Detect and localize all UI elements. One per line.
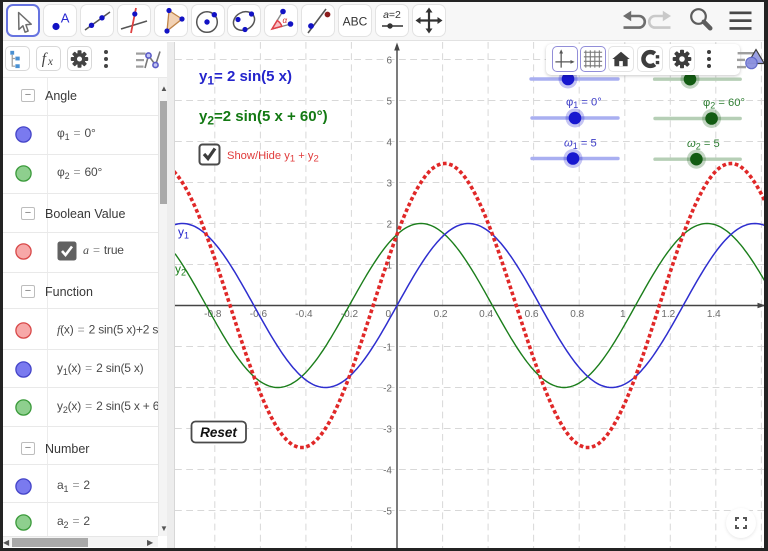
svg-text:y2: y2 — [175, 262, 186, 278]
svg-text:ω2 = 5: ω2 = 5 — [687, 138, 720, 152]
svg-text:0.6: 0.6 — [525, 309, 539, 320]
svg-text:6: 6 — [386, 55, 392, 66]
svg-text:α: α — [283, 16, 288, 25]
svg-text:4: 4 — [386, 137, 392, 148]
svg-text:a=2: a=2 — [383, 9, 401, 21]
svg-text:1.4: 1.4 — [707, 309, 721, 320]
svg-text:x: x — [47, 56, 53, 68]
svg-text:φ2 = 60°: φ2 = 60° — [703, 97, 745, 111]
svg-text:y1: y1 — [178, 225, 189, 241]
svg-text:-5: -5 — [383, 506, 392, 517]
svg-text:-0.4: -0.4 — [295, 309, 313, 320]
svg-text:5: 5 — [386, 96, 392, 107]
svg-text:-0.2: -0.2 — [341, 309, 359, 320]
svg-text:ABC: ABC — [343, 14, 368, 28]
svg-text:y1= 2 sin(5 x): y1= 2 sin(5 x) — [199, 68, 292, 88]
svg-text:A: A — [61, 10, 70, 25]
svg-text:-1: -1 — [383, 342, 392, 353]
svg-text:0.2: 0.2 — [434, 309, 448, 320]
svg-text:y2=2 sin(5 x + 60°): y2=2 sin(5 x + 60°) — [199, 108, 328, 128]
svg-text:3: 3 — [386, 178, 392, 189]
svg-text:0.4: 0.4 — [479, 309, 493, 320]
svg-text:0.8: 0.8 — [570, 309, 584, 320]
svg-text:-3: -3 — [383, 424, 392, 435]
svg-text:1.2: 1.2 — [661, 309, 675, 320]
svg-text:2: 2 — [386, 219, 392, 230]
svg-text:1: 1 — [620, 309, 626, 320]
svg-text:φ1 = 0°: φ1 = 0° — [566, 97, 602, 111]
svg-text:Show/Hide y1 + y2: Show/Hide y1 + y2 — [227, 150, 319, 165]
svg-text:-4: -4 — [383, 465, 392, 476]
svg-text:ω1 = 5: ω1 = 5 — [564, 138, 597, 152]
svg-text:Reset: Reset — [200, 425, 237, 440]
svg-text:-2: -2 — [383, 383, 392, 394]
